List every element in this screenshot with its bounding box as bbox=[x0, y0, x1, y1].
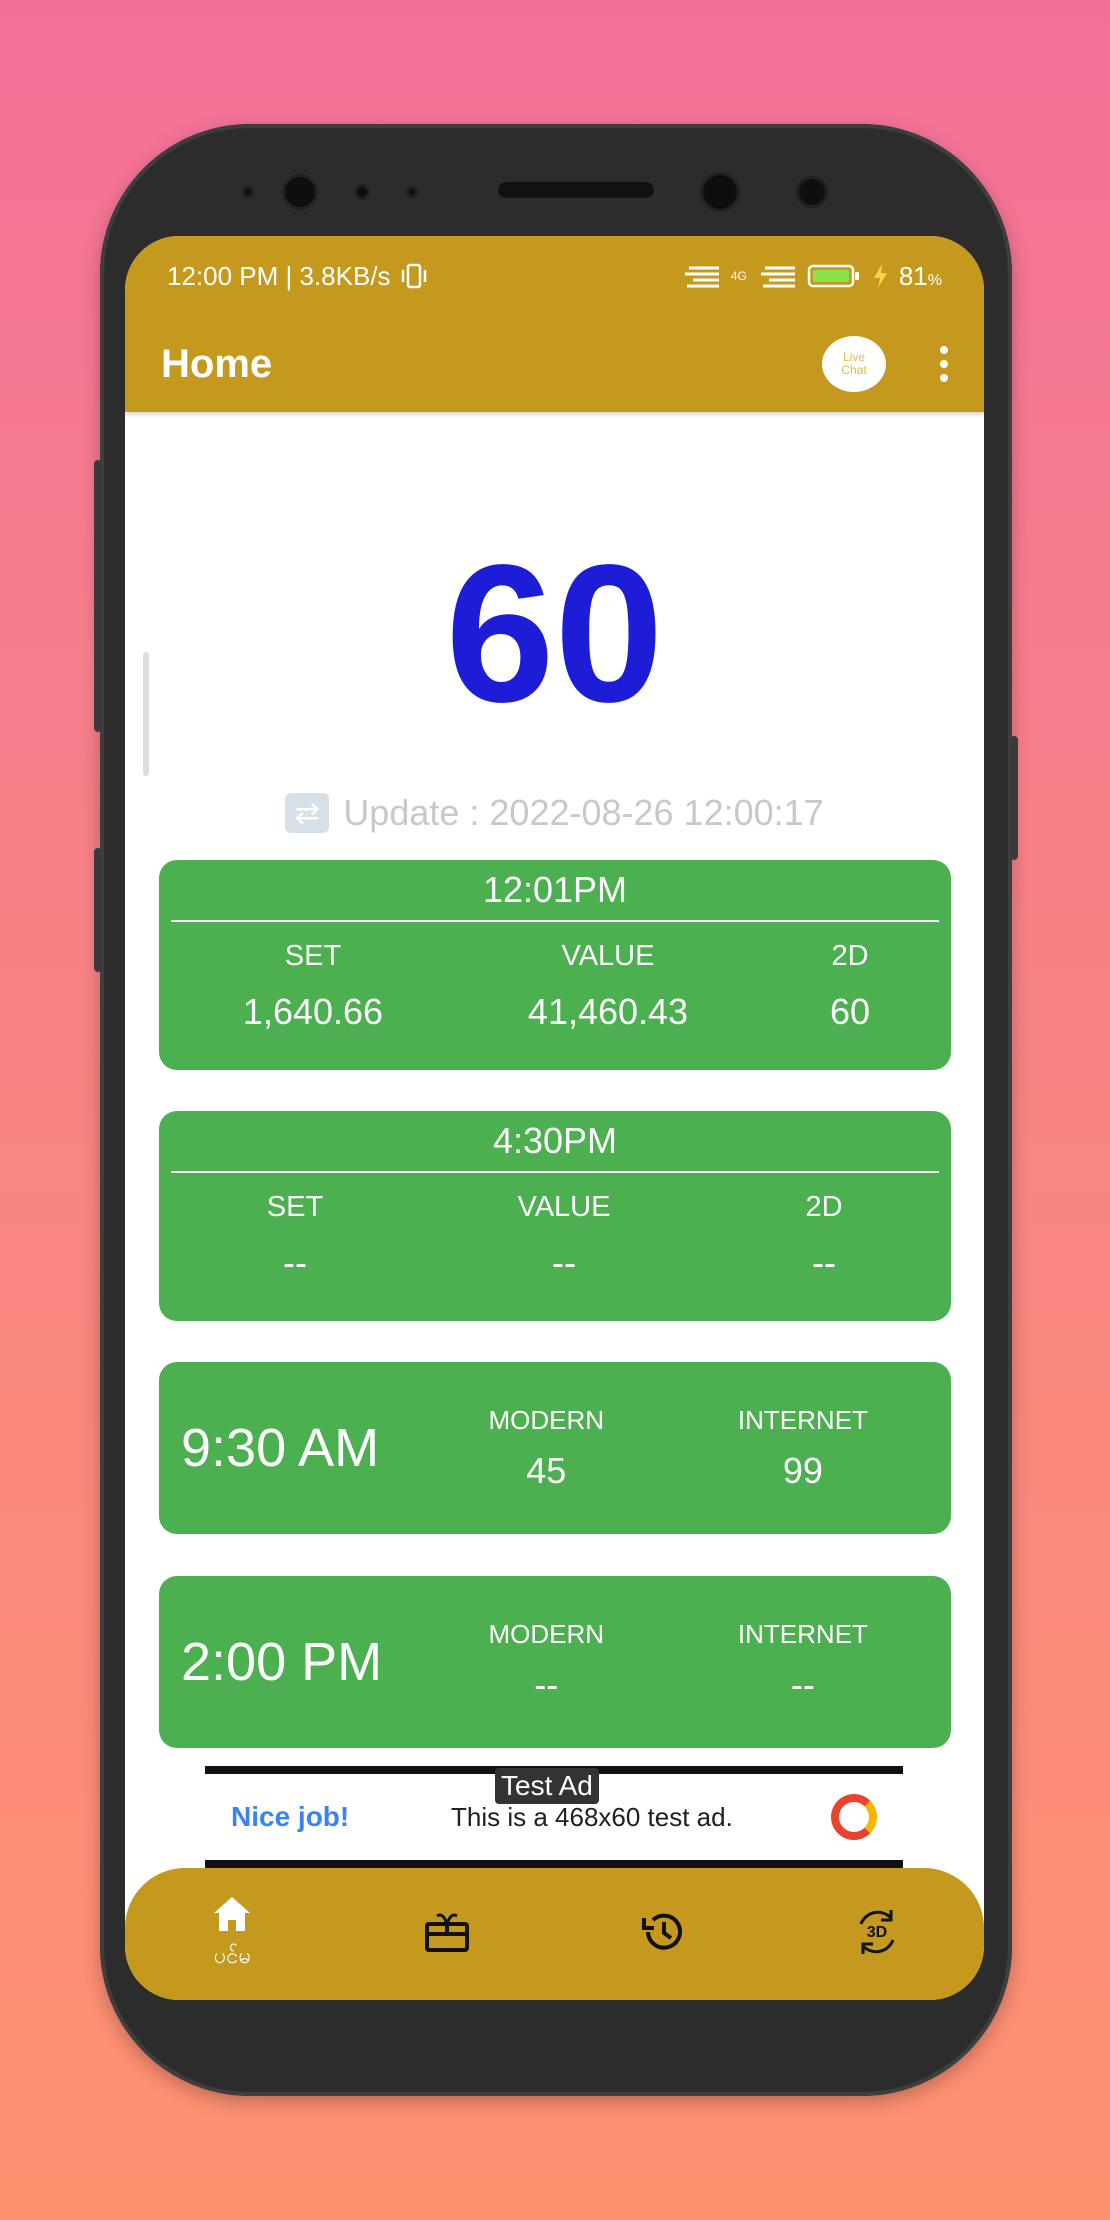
test-ad-label: Test Ad bbox=[495, 1768, 599, 1804]
modern-value: 45 bbox=[526, 1449, 567, 1491]
value-column: VALUE 41,460.43 bbox=[467, 922, 749, 1033]
value-label: VALUE bbox=[517, 1191, 611, 1223]
front-sensor bbox=[242, 186, 254, 198]
nav-3d[interactable]: 3D bbox=[817, 1904, 937, 1965]
live-chat-label-line2: Chat bbox=[841, 363, 867, 377]
update-text: Update : 2022-08-26 12:00:17 bbox=[343, 792, 824, 833]
live-chat-button[interactable]: Live Chat bbox=[822, 336, 886, 392]
modern-internet-card-200: 2:00 PM MODERN -- INTERNET -- bbox=[159, 1576, 951, 1748]
rotate-3d-text: 3D bbox=[866, 1924, 886, 1941]
front-camera bbox=[282, 174, 318, 210]
result-time: 4:30PM bbox=[171, 1111, 939, 1173]
set-column: SET -- bbox=[159, 1173, 431, 1284]
internet-value: -- bbox=[790, 1663, 815, 1705]
home-icon bbox=[214, 1897, 251, 1931]
modern-internet-card-930: 9:30 AM MODERN 45 INTERNET 99 bbox=[159, 1362, 951, 1534]
battery-unit: % bbox=[927, 271, 942, 289]
set-value: 1,640.66 bbox=[242, 991, 384, 1032]
internet-label: INTERNET bbox=[737, 1618, 868, 1649]
ad-headline: Nice job! bbox=[231, 1801, 350, 1832]
phone-side-button bbox=[94, 460, 102, 732]
vibrate-icon bbox=[401, 263, 426, 289]
result-card-430: 4:30PM SET -- VALUE -- 2D -- bbox=[159, 1111, 951, 1321]
front-camera bbox=[700, 172, 740, 212]
ad-text: This is a 468x60 test ad. bbox=[451, 1801, 733, 1832]
status-right: 4G 81% bbox=[681, 261, 942, 292]
value-column: VALUE -- bbox=[431, 1173, 697, 1284]
front-sensor bbox=[406, 186, 418, 198]
status-time-speed: 12:00 PM | 3.8KB/s bbox=[167, 260, 391, 291]
signal-icon bbox=[684, 266, 719, 288]
twod-label: 2D bbox=[805, 1191, 843, 1223]
internet-label: INTERNET bbox=[737, 1404, 868, 1435]
internet-column: INTERNET 99 bbox=[655, 1405, 951, 1492]
result-columns: SET 1,640.66 VALUE 41,460.43 2D 60 bbox=[159, 922, 951, 1033]
internet-value: 99 bbox=[782, 1449, 823, 1491]
front-sensor bbox=[796, 176, 828, 208]
modern-column: MODERN -- bbox=[438, 1619, 655, 1706]
twod-column: 2D -- bbox=[697, 1173, 951, 1284]
twod-column: 2D 60 bbox=[749, 922, 951, 1033]
phone-side-button bbox=[94, 848, 102, 972]
current-2d-number: 60 bbox=[445, 524, 664, 743]
more-options-icon[interactable] bbox=[940, 346, 948, 382]
earpiece-speaker bbox=[498, 182, 654, 198]
modern-label: MODERN bbox=[488, 1404, 605, 1435]
session-time: 9:30 AM bbox=[181, 1418, 380, 1478]
app-bar: Home Live Chat bbox=[125, 316, 984, 412]
set-value: -- bbox=[283, 1242, 307, 1283]
twod-value: -- bbox=[812, 1242, 836, 1283]
history-icon bbox=[641, 1913, 682, 1950]
modern-column: MODERN 45 bbox=[438, 1405, 655, 1492]
internet-column: INTERNET -- bbox=[655, 1619, 951, 1706]
value-value: -- bbox=[552, 1242, 576, 1283]
session-time: 2:00 PM bbox=[181, 1632, 383, 1692]
nav-gift[interactable] bbox=[387, 1910, 507, 1959]
network-type: 4G bbox=[730, 269, 747, 283]
gift-box-icon bbox=[425, 1913, 470, 1952]
charging-icon bbox=[873, 264, 887, 288]
modern-label: MODERN bbox=[488, 1618, 605, 1649]
update-line: ⇄ Update : 2022-08-26 12:00:17 bbox=[125, 792, 984, 834]
rotate-3d-icon: 3D bbox=[859, 1909, 895, 1954]
sync-icon[interactable]: ⇄ bbox=[285, 793, 330, 833]
ad-logo-icon bbox=[831, 1794, 877, 1840]
nav-history[interactable] bbox=[602, 1910, 722, 1959]
battery-level: 81% bbox=[899, 261, 942, 292]
status-bar: 12:00 PM | 3.8KB/s 4G 81% bbox=[125, 236, 984, 316]
nav-home[interactable]: ပင်မ bbox=[172, 1894, 292, 1974]
status-left: 12:00 PM | 3.8KB/s bbox=[167, 261, 681, 292]
set-label: SET bbox=[266, 1191, 324, 1223]
twod-label: 2D bbox=[831, 940, 869, 972]
value-value: 41,460.43 bbox=[527, 991, 689, 1032]
app-screen: 12:00 PM | 3.8KB/s 4G 81% Home Live Chat… bbox=[125, 236, 984, 2000]
battery-icon bbox=[807, 264, 859, 288]
nav-home-label: ပင်မ bbox=[213, 1943, 252, 1968]
value-label: VALUE bbox=[561, 940, 655, 972]
result-time: 12:01PM bbox=[171, 860, 939, 922]
twod-value: 60 bbox=[829, 991, 871, 1032]
page-title: Home bbox=[161, 341, 273, 386]
result-columns: SET -- VALUE -- 2D -- bbox=[159, 1173, 951, 1284]
modern-value: -- bbox=[534, 1663, 559, 1705]
front-sensor bbox=[354, 184, 370, 200]
set-column: SET 1,640.66 bbox=[159, 922, 467, 1033]
battery-percent: 81 bbox=[898, 260, 928, 291]
bottom-nav: ပင်မ 3D bbox=[125, 1868, 984, 2000]
set-label: SET bbox=[284, 940, 342, 972]
live-chat-label: Live Chat bbox=[841, 351, 866, 377]
result-card-1201: 12:01PM SET 1,640.66 VALUE 41,460.43 2D … bbox=[159, 860, 951, 1070]
signal-icon bbox=[760, 266, 795, 288]
phone-side-button bbox=[1010, 736, 1018, 860]
